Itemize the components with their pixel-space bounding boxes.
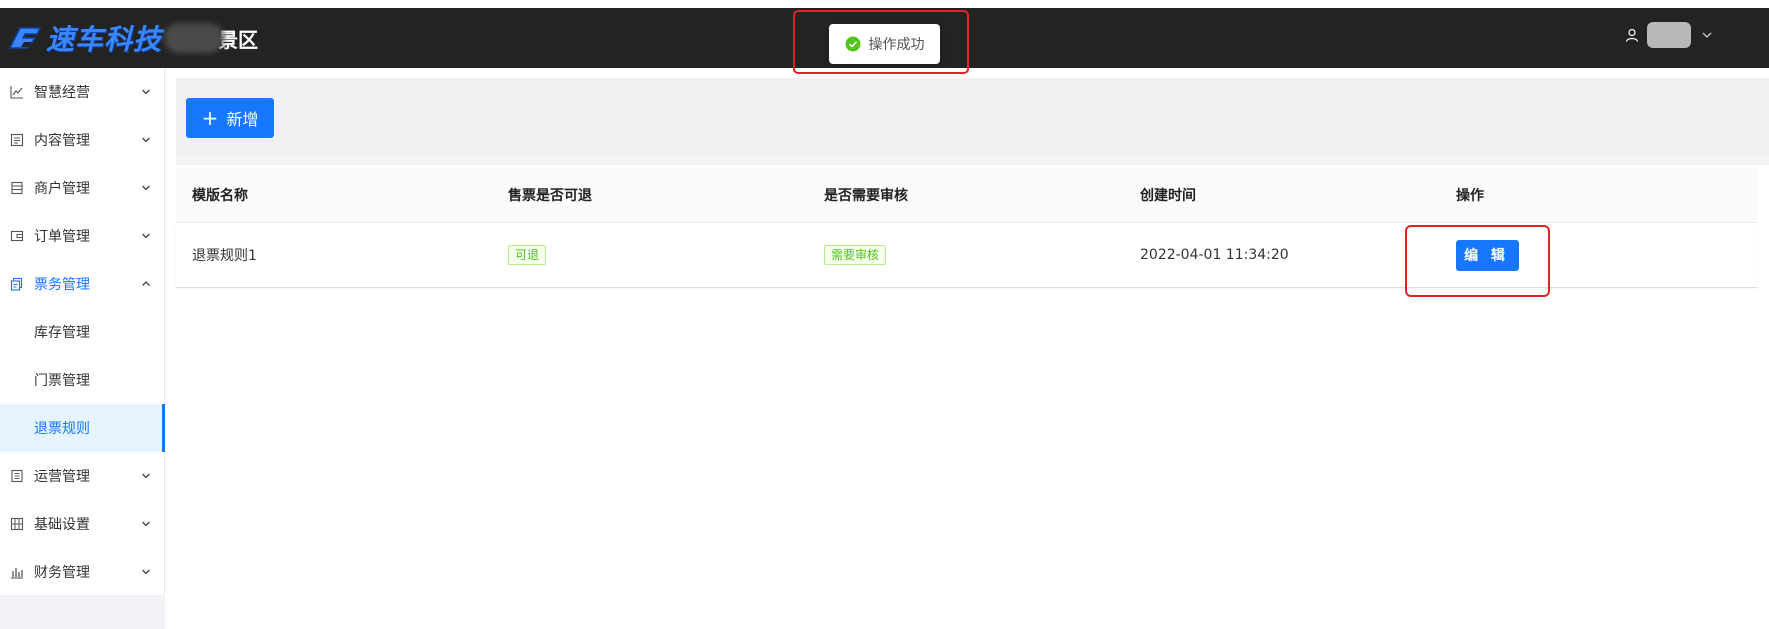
chevron-down-icon: [142, 233, 150, 239]
sidebar: 智慧经营 内容管理 商户管理 订单管理 票务管理 库存管理 门票管理 退票规则 …: [0, 68, 165, 629]
sidebar-item-label: 退票规则: [34, 421, 90, 437]
column-header: 模版名称: [192, 188, 248, 204]
sidebar-item-orders[interactable]: 订单管理: [0, 212, 165, 260]
review-cell: 需要审核: [808, 245, 1124, 265]
chevron-down-icon: [142, 569, 150, 575]
toast-message: 操作成功: [868, 37, 925, 53]
sidebar-footer: [0, 595, 165, 629]
shop-icon: [11, 181, 23, 195]
sidebar-subitem-refund-rules[interactable]: 退票规则: [0, 404, 165, 452]
check-circle-icon: [845, 36, 860, 52]
add-button[interactable]: + 新增: [186, 98, 274, 138]
settings-grid-icon: [10, 517, 24, 531]
chevron-down-icon: [142, 521, 150, 527]
review-tag: 需要审核: [824, 245, 887, 265]
chevron-down-icon: [142, 185, 150, 191]
sidebar-item-label: 库存管理: [34, 325, 90, 341]
sidebar-item-content[interactable]: 内容管理: [0, 116, 165, 164]
sidebar-subitem-tickets[interactable]: 门票管理: [0, 356, 165, 404]
edit-highlight-box: [1405, 225, 1550, 297]
sidebar-subitem-inventory[interactable]: 库存管理: [0, 308, 165, 356]
add-button-label: 新增: [226, 110, 259, 129]
success-toast: 操作成功: [829, 24, 940, 64]
wallet-icon: [10, 230, 24, 242]
sidebar-item-label: 票务管理: [34, 277, 90, 293]
user-icon: [1625, 28, 1639, 42]
chevron-down-icon: [142, 89, 150, 95]
avatar[interactable]: [1647, 22, 1691, 48]
chevron-up-icon: [142, 281, 150, 286]
sidebar-item-label: 门票管理: [34, 373, 90, 389]
sidebar-item-smart-operation[interactable]: 智慧经营: [0, 68, 165, 116]
line-chart-icon: [10, 86, 23, 99]
sidebar-item-label: 商户管理: [34, 181, 90, 197]
document-icon: [10, 133, 24, 147]
sidebar-item-ticketing[interactable]: 票务管理: [0, 260, 165, 308]
scenic-name: 景区: [218, 27, 259, 52]
sidebar-item-label: 运营管理: [34, 469, 90, 485]
refundable-cell: 可退: [492, 245, 808, 265]
sidebar-item-label: 基础设置: [34, 517, 90, 533]
sidebar-item-merchant[interactable]: 商户管理: [0, 164, 165, 212]
logo-text: 速车科技: [46, 23, 163, 56]
created-time-cell: 2022-04-01 11:34:20: [1140, 247, 1289, 263]
redacted-name: [164, 23, 225, 53]
logo[interactable]: 速车科技 景区: [6, 18, 258, 58]
user-menu[interactable]: [1625, 22, 1713, 48]
sidebar-item-basic-settings[interactable]: 基础设置: [0, 500, 165, 548]
table-header: 模版名称 售票是否可退 是否需要审核 创建时间 操作: [176, 168, 1757, 223]
main-content: + 新增 模版名称 售票是否可退 是否需要审核 创建时间 操作 退票规则1 可退…: [176, 68, 1769, 629]
sidebar-item-label: 财务管理: [34, 565, 90, 581]
template-name-cell: 退票规则1: [192, 248, 257, 264]
toolbar: + 新增: [176, 78, 1769, 155]
clipboard-icon: [11, 469, 23, 483]
column-header: 操作: [1456, 188, 1484, 204]
column-header: 是否需要审核: [824, 188, 908, 204]
sidebar-item-operations[interactable]: 运营管理: [0, 452, 165, 500]
refundable-tag: 可退: [508, 245, 547, 265]
plus-icon: +: [201, 106, 219, 130]
ticket-icon: [10, 277, 23, 291]
sidebar-item-label: 智慧经营: [34, 85, 90, 101]
sidebar-item-label: 内容管理: [34, 133, 90, 149]
sidebar-item-finance[interactable]: 财务管理: [0, 548, 165, 596]
column-header: 创建时间: [1140, 188, 1196, 204]
chevron-down-icon: [142, 137, 150, 143]
chevron-down-icon[interactable]: [1701, 29, 1713, 41]
sidebar-item-label: 订单管理: [34, 229, 90, 245]
chevron-down-icon: [142, 473, 150, 479]
logo-icon: [8, 27, 42, 49]
column-header: 售票是否可退: [508, 188, 592, 204]
section-divider: [176, 155, 1769, 165]
bar-chart-icon: [11, 568, 23, 579]
top-strip: [0, 0, 1769, 8]
